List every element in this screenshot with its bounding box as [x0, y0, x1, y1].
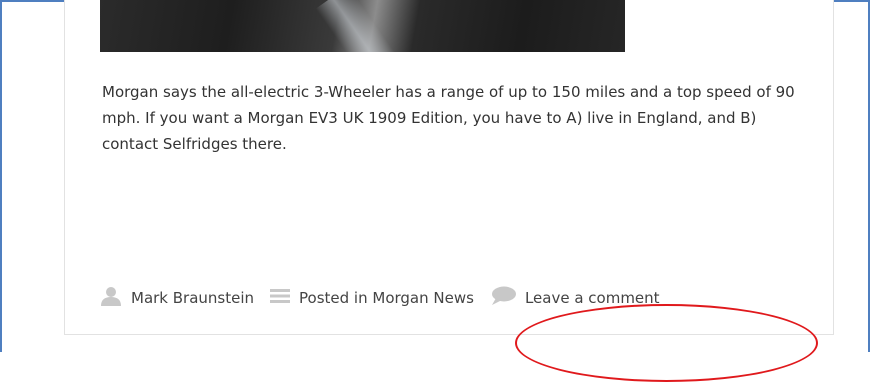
posted-in-label: Posted in	[299, 289, 368, 307]
author-link[interactable]: Mark Braunstein	[131, 289, 254, 307]
post-meta: Mark Braunstein Posted in Morgan News Le…	[100, 286, 676, 310]
category-meta: Posted in Morgan News	[270, 288, 474, 308]
image-highlight	[315, 0, 395, 52]
article-image	[100, 0, 625, 52]
comment-meta: Leave a comment	[490, 286, 660, 310]
article-body: Morgan says the all-electric 3-Wheeler h…	[102, 83, 795, 153]
leave-comment-link[interactable]: Leave a comment	[525, 289, 660, 307]
speech-bubble-icon	[490, 286, 516, 310]
user-icon	[100, 286, 122, 310]
menu-lines-icon	[270, 288, 291, 308]
category-link[interactable]: Morgan News	[372, 289, 474, 307]
author-meta: Mark Braunstein	[100, 286, 254, 310]
